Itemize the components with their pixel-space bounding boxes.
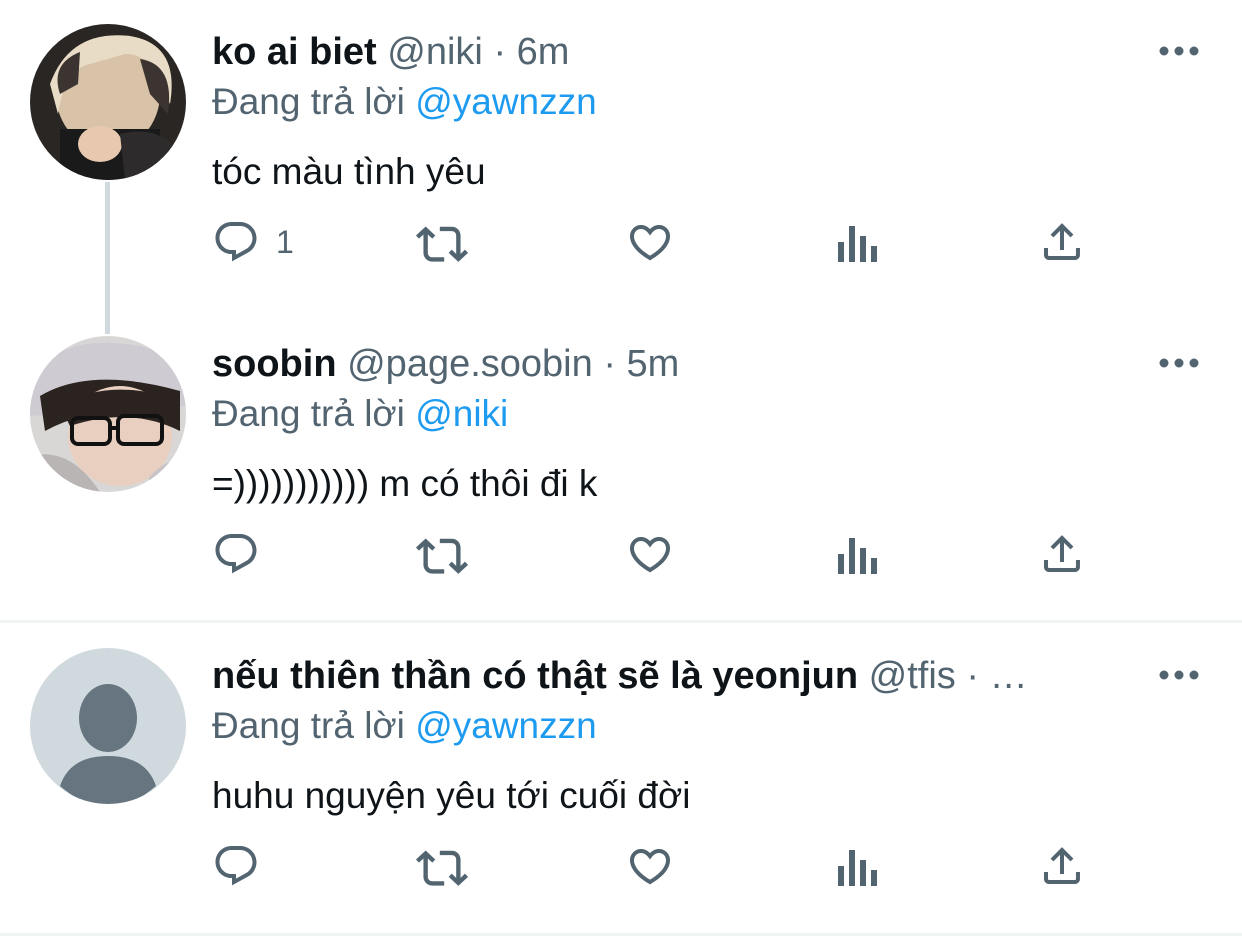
reply-icon [215, 534, 257, 574]
analytics-icon [838, 850, 877, 886]
reply-button[interactable] [212, 524, 260, 584]
analytics-button[interactable] [834, 836, 878, 896]
reply-button[interactable]: 1 [212, 212, 294, 272]
heart-icon [629, 849, 671, 885]
like-button[interactable] [626, 524, 674, 584]
more-icon[interactable] [1156, 36, 1202, 66]
user-handle[interactable]: @tfis [869, 655, 956, 697]
reply-mention-link[interactable]: @niki [415, 393, 508, 434]
action-bar: 1 [212, 212, 1112, 272]
like-button[interactable] [626, 836, 674, 896]
separator-dot: · [493, 31, 507, 73]
analytics-icon [838, 538, 877, 574]
avatar[interactable] [30, 336, 186, 492]
display-name[interactable]: soobin [212, 343, 337, 385]
retweet-icon [415, 538, 469, 574]
display-name[interactable]: nếu thiên thần có thật sẽ là yeonjun [212, 655, 858, 697]
tweet-header: nếu thiên thần có thật sẽ là yeonjun @tf… [212, 648, 1147, 704]
timestamp[interactable]: 6m [517, 31, 570, 73]
replying-to-label: Đang trả lời [212, 705, 405, 746]
tweet[interactable]: soobin @page.soobin · 5m Đang trả lời @n… [0, 336, 1242, 606]
tweet-text: =))))))))))) m có thôi đi k [212, 463, 598, 504]
retweet-icon [415, 850, 469, 886]
share-button[interactable] [1038, 212, 1086, 272]
retweet-button[interactable] [414, 836, 470, 896]
retweet-icon [415, 226, 469, 262]
retweet-button[interactable] [414, 212, 470, 272]
replying-to: Đang trả lời @yawnzzn [212, 700, 597, 752]
tweet-divider [0, 933, 1242, 936]
replying-to-label: Đang trả lời [212, 81, 405, 122]
more-icon[interactable] [1156, 660, 1202, 690]
separator-dot: · [966, 655, 979, 697]
reply-mention-link[interactable]: @yawnzzn [415, 81, 597, 122]
retweet-button[interactable] [414, 524, 470, 584]
share-icon [1044, 847, 1080, 884]
like-button[interactable] [626, 212, 674, 272]
tweet-header: ko ai biet @niki · 6m [212, 24, 1147, 80]
avatar[interactable] [30, 24, 186, 180]
analytics-icon [838, 226, 877, 262]
timestamp[interactable]: … [990, 655, 1028, 697]
share-button[interactable] [1038, 524, 1086, 584]
user-handle[interactable]: @page.soobin [347, 343, 593, 385]
replying-to: Đang trả lời @yawnzzn [212, 76, 597, 128]
reply-icon [215, 222, 257, 262]
separator-dot: · [603, 343, 616, 385]
tweet[interactable]: ko ai biet @niki · 6m Đang trả lời @yawn… [0, 24, 1242, 314]
tweet-header: soobin @page.soobin · 5m [212, 336, 1147, 392]
heart-icon [629, 537, 671, 573]
action-bar [212, 836, 1112, 896]
analytics-button[interactable] [834, 212, 878, 272]
timestamp[interactable]: 5m [627, 343, 680, 385]
share-icon [1044, 535, 1080, 572]
share-button[interactable] [1038, 836, 1086, 896]
tweet-text: huhu nguyện yêu tới cuối đời [212, 775, 691, 816]
share-icon [1044, 223, 1080, 260]
reply-button[interactable] [212, 836, 260, 896]
avatar[interactable] [30, 648, 186, 804]
action-bar [212, 524, 1112, 584]
analytics-button[interactable] [834, 524, 878, 584]
tweet-divider [0, 620, 1242, 623]
tweet-text: tóc màu tình yêu [212, 151, 486, 192]
reply-icon [215, 846, 257, 886]
default-avatar-icon [30, 648, 186, 804]
replying-to-label: Đang trả lời [212, 393, 405, 434]
display-name[interactable]: ko ai biet [212, 31, 377, 73]
tweet[interactable]: nếu thiên thần có thật sẽ là yeonjun @tf… [0, 648, 1242, 918]
more-icon[interactable] [1156, 348, 1202, 378]
replying-to: Đang trả lời @niki [212, 388, 508, 440]
reply-count: 1 [276, 223, 294, 260]
user-handle[interactable]: @niki [387, 31, 483, 73]
heart-icon [629, 225, 671, 261]
reply-mention-link[interactable]: @yawnzzn [415, 705, 597, 746]
